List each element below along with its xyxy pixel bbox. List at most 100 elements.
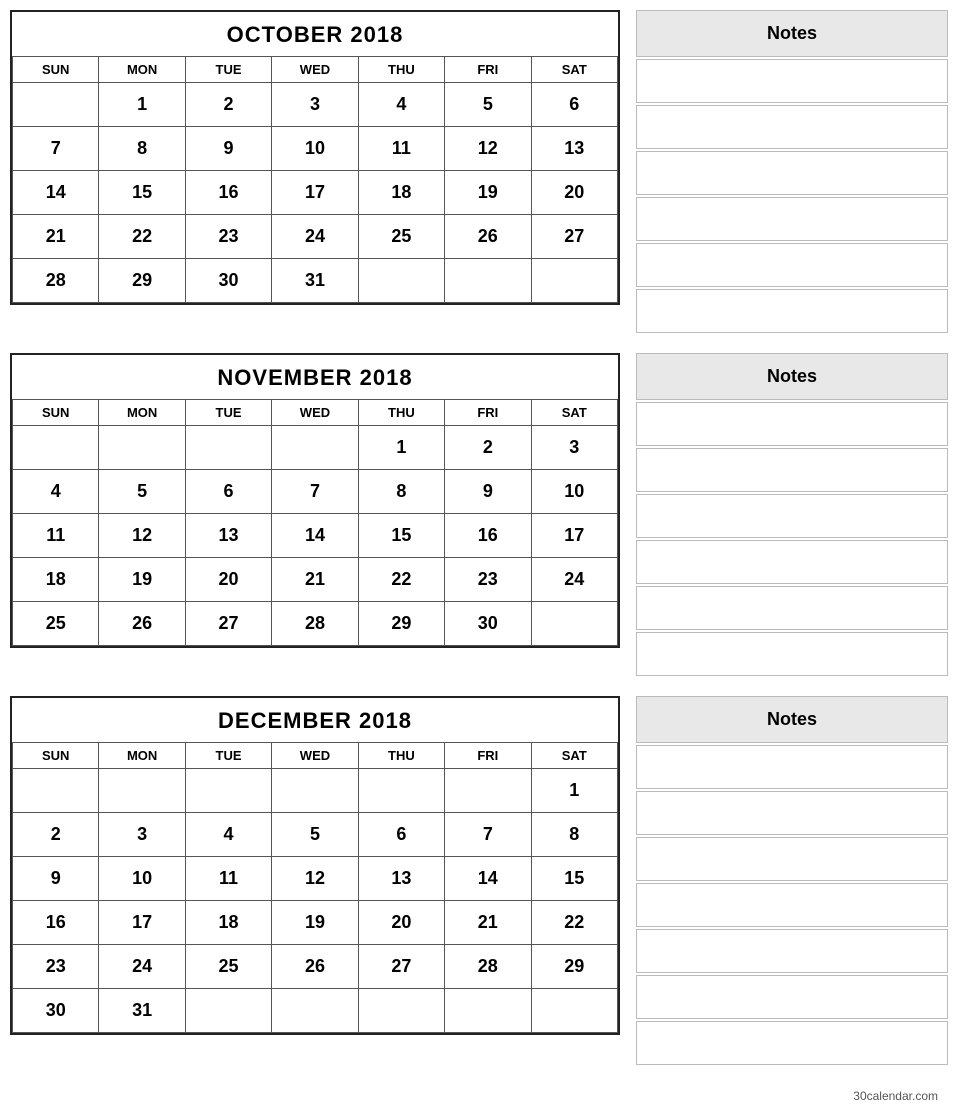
calendar-week-row: 2345678 [13,813,618,857]
calendar-day: 13 [531,127,617,171]
calendar-week-row: 3031 [13,989,618,1033]
calendar-day: 25 [358,215,444,259]
calendar-day: 19 [272,901,358,945]
calendar-day: 18 [13,558,99,602]
calendar-day: 18 [358,171,444,215]
calendar-day: 9 [185,127,271,171]
notes-line[interactable] [636,929,948,973]
calendar-day: 8 [99,127,185,171]
calendar-day: 23 [185,215,271,259]
notes-line[interactable] [636,791,948,835]
notes-line[interactable] [636,448,948,492]
calendar-day: 21 [272,558,358,602]
day-header: WED [272,57,358,83]
notes-lines-october [636,59,948,335]
calendar-day [531,989,617,1033]
calendar-day: 24 [272,215,358,259]
calendar-day [272,769,358,813]
calendar-day [272,989,358,1033]
calendar-day [445,769,531,813]
notes-header-november: Notes [636,353,948,400]
calendar-day: 10 [531,470,617,514]
calendar-day: 12 [99,514,185,558]
notes-line[interactable] [636,975,948,1019]
calendar-day: 15 [99,171,185,215]
notes-line[interactable] [636,197,948,241]
calendar-day: 7 [13,127,99,171]
day-header: SAT [531,57,617,83]
calendar-day: 11 [13,514,99,558]
calendar-week-row: 18192021222324 [13,558,618,602]
calendar-day [13,769,99,813]
notes-line[interactable] [636,745,948,789]
calendar-day [13,426,99,470]
calendar-day: 3 [531,426,617,470]
notes-line[interactable] [636,632,948,676]
calendar-day: 22 [99,215,185,259]
notes-line[interactable] [636,837,948,881]
calendar-day: 15 [531,857,617,901]
notes-line[interactable] [636,494,948,538]
calendar-week-row: 123 [13,426,618,470]
calendar-day: 27 [531,215,617,259]
calendar-table-november: SUNMONTUEWEDTHUFRISAT1234567891011121314… [12,399,618,646]
calendar-week-row: 123456 [13,83,618,127]
calendar-day: 16 [13,901,99,945]
calendar-day [99,769,185,813]
notes-line[interactable] [636,151,948,195]
calendar-day: 1 [531,769,617,813]
calendar-day: 24 [531,558,617,602]
calendar-day: 13 [358,857,444,901]
calendar-day: 24 [99,945,185,989]
notes-line[interactable] [636,289,948,333]
calendar-day: 10 [272,127,358,171]
day-header: THU [358,400,444,426]
calendar-week-row: 45678910 [13,470,618,514]
calendar-day: 20 [531,171,617,215]
calendar-day: 1 [99,83,185,127]
notes-block-november: Notes [636,353,948,678]
calendar-day: 4 [358,83,444,127]
notes-block-december: Notes [636,696,948,1067]
calendar-october: OCTOBER 2018SUNMONTUEWEDTHUFRISAT1234567… [10,10,620,305]
calendar-day: 14 [13,171,99,215]
notes-line[interactable] [636,59,948,103]
notes-line[interactable] [636,402,948,446]
notes-header-october: Notes [636,10,948,57]
calendar-day: 26 [99,602,185,646]
day-header: MON [99,743,185,769]
calendar-day: 17 [99,901,185,945]
calendar-day [531,259,617,303]
calendar-november: NOVEMBER 2018SUNMONTUEWEDTHUFRISAT123456… [10,353,620,648]
calendar-day: 1 [358,426,444,470]
calendar-day: 30 [445,602,531,646]
notes-line[interactable] [636,883,948,927]
calendar-day: 20 [358,901,444,945]
notes-header-december: Notes [636,696,948,743]
calendar-day [99,426,185,470]
calendar-day: 27 [358,945,444,989]
notes-line[interactable] [636,540,948,584]
calendar-day: 30 [13,989,99,1033]
calendar-december: DECEMBER 2018SUNMONTUEWEDTHUFRISAT123456… [10,696,620,1035]
calendar-day: 19 [99,558,185,602]
calendar-day: 28 [13,259,99,303]
month-row-november: NOVEMBER 2018SUNMONTUEWEDTHUFRISAT123456… [10,353,948,678]
calendar-week-row: 23242526272829 [13,945,618,989]
calendar-week-row: 1 [13,769,618,813]
notes-line[interactable] [636,243,948,287]
calendar-day: 7 [272,470,358,514]
day-header: TUE [185,400,271,426]
calendar-day: 3 [99,813,185,857]
calendar-day: 8 [358,470,444,514]
notes-line[interactable] [636,1021,948,1065]
calendar-week-row: 9101112131415 [13,857,618,901]
notes-line[interactable] [636,586,948,630]
notes-line[interactable] [636,105,948,149]
calendar-day: 29 [99,259,185,303]
day-header: MON [99,57,185,83]
calendar-day: 30 [185,259,271,303]
calendar-day: 17 [531,514,617,558]
calendar-day: 14 [272,514,358,558]
calendar-day: 25 [185,945,271,989]
